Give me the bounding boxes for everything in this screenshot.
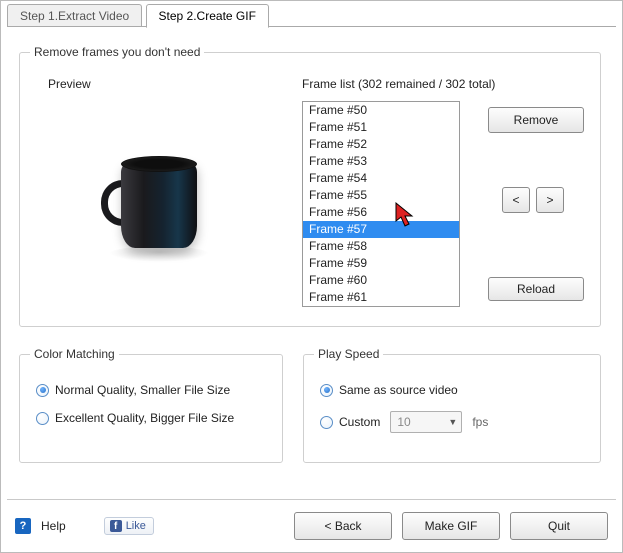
radio-icon bbox=[36, 412, 49, 425]
list-item[interactable]: Frame #57 bbox=[303, 221, 459, 238]
list-item[interactable]: Frame #55 bbox=[303, 187, 459, 204]
group-color-matching: Color Matching Normal Quality, Smaller F… bbox=[19, 347, 283, 463]
radio-label: Same as source video bbox=[339, 383, 458, 397]
help-icon: ? bbox=[15, 518, 31, 534]
prev-frame-button[interactable]: < bbox=[502, 187, 530, 213]
fps-value: 10 bbox=[397, 415, 410, 429]
list-item[interactable]: Frame #61 bbox=[303, 289, 459, 306]
radio-label: Normal Quality, Smaller File Size bbox=[55, 383, 230, 397]
list-item[interactable]: Frame #60 bbox=[303, 272, 459, 289]
tab-extract-video[interactable]: Step 1.Extract Video bbox=[7, 4, 142, 27]
make-gif-button[interactable]: Make GIF bbox=[402, 512, 500, 540]
tab-create-gif[interactable]: Step 2.Create GIF bbox=[146, 4, 269, 28]
fps-unit-label: fps bbox=[472, 415, 488, 429]
next-frame-button[interactable]: > bbox=[536, 187, 564, 213]
chevron-down-icon: ▼ bbox=[448, 417, 457, 427]
radio-label: Excellent Quality, Bigger File Size bbox=[55, 411, 234, 425]
list-item[interactable]: Frame #52 bbox=[303, 136, 459, 153]
frame-nav-buttons: < > bbox=[502, 187, 564, 213]
radio-icon bbox=[320, 416, 333, 429]
frame-list[interactable]: Frame #50Frame #51Frame #52Frame #53Fram… bbox=[303, 102, 459, 306]
group-remove-frames: Remove frames you don't need Preview Fra… bbox=[19, 45, 601, 327]
app-window: Step 1.Extract Video Step 2.Create GIF R… bbox=[0, 0, 623, 553]
facebook-icon: f bbox=[110, 520, 122, 532]
frame-list-label: Frame list (302 remained / 302 total) bbox=[302, 77, 495, 91]
quit-button[interactable]: Quit bbox=[510, 512, 608, 540]
bottom-bar: ? Help f Like < Back Make GIF Quit bbox=[1, 500, 622, 552]
group-play-speed-legend: Play Speed bbox=[314, 347, 383, 361]
help-link[interactable]: Help bbox=[41, 519, 66, 533]
list-item[interactable]: Frame #50 bbox=[303, 102, 459, 119]
reload-button[interactable]: Reload bbox=[488, 277, 584, 301]
list-item[interactable]: Frame #59 bbox=[303, 255, 459, 272]
group-color-matching-legend: Color Matching bbox=[30, 347, 119, 361]
tab-bar: Step 1.Extract Video Step 2.Create GIF bbox=[7, 3, 616, 27]
radio-custom-fps[interactable]: Custom bbox=[320, 415, 380, 429]
tab-panel-create-gif: Remove frames you don't need Preview Fra… bbox=[7, 27, 616, 494]
back-button[interactable]: < Back bbox=[294, 512, 392, 540]
frame-list-container: Frame #50Frame #51Frame #52Frame #53Fram… bbox=[302, 101, 460, 307]
list-item[interactable]: Frame #54 bbox=[303, 170, 459, 187]
list-item[interactable]: Frame #51 bbox=[303, 119, 459, 136]
facebook-like-button[interactable]: f Like bbox=[104, 517, 154, 535]
fps-combobox[interactable]: 10 ▼ bbox=[390, 411, 462, 433]
help-area: ? Help f Like bbox=[15, 517, 154, 535]
list-item[interactable]: Frame #53 bbox=[303, 153, 459, 170]
radio-normal-quality[interactable]: Normal Quality, Smaller File Size bbox=[36, 383, 268, 397]
list-item[interactable]: Frame #58 bbox=[303, 238, 459, 255]
radio-label: Custom bbox=[339, 415, 380, 429]
list-item[interactable]: Frame #56 bbox=[303, 204, 459, 221]
radio-excellent-quality[interactable]: Excellent Quality, Bigger File Size bbox=[36, 411, 268, 425]
radio-same-as-source[interactable]: Same as source video bbox=[320, 383, 586, 397]
like-label: Like bbox=[126, 520, 146, 532]
group-remove-frames-legend: Remove frames you don't need bbox=[30, 45, 204, 59]
preview-label: Preview bbox=[48, 77, 91, 91]
radio-icon bbox=[320, 384, 333, 397]
preview-mug-illustration bbox=[99, 156, 209, 256]
radio-icon bbox=[36, 384, 49, 397]
preview-image bbox=[36, 101, 272, 311]
remove-button[interactable]: Remove bbox=[488, 107, 584, 133]
group-play-speed: Play Speed Same as source video Custom 1… bbox=[303, 347, 601, 463]
